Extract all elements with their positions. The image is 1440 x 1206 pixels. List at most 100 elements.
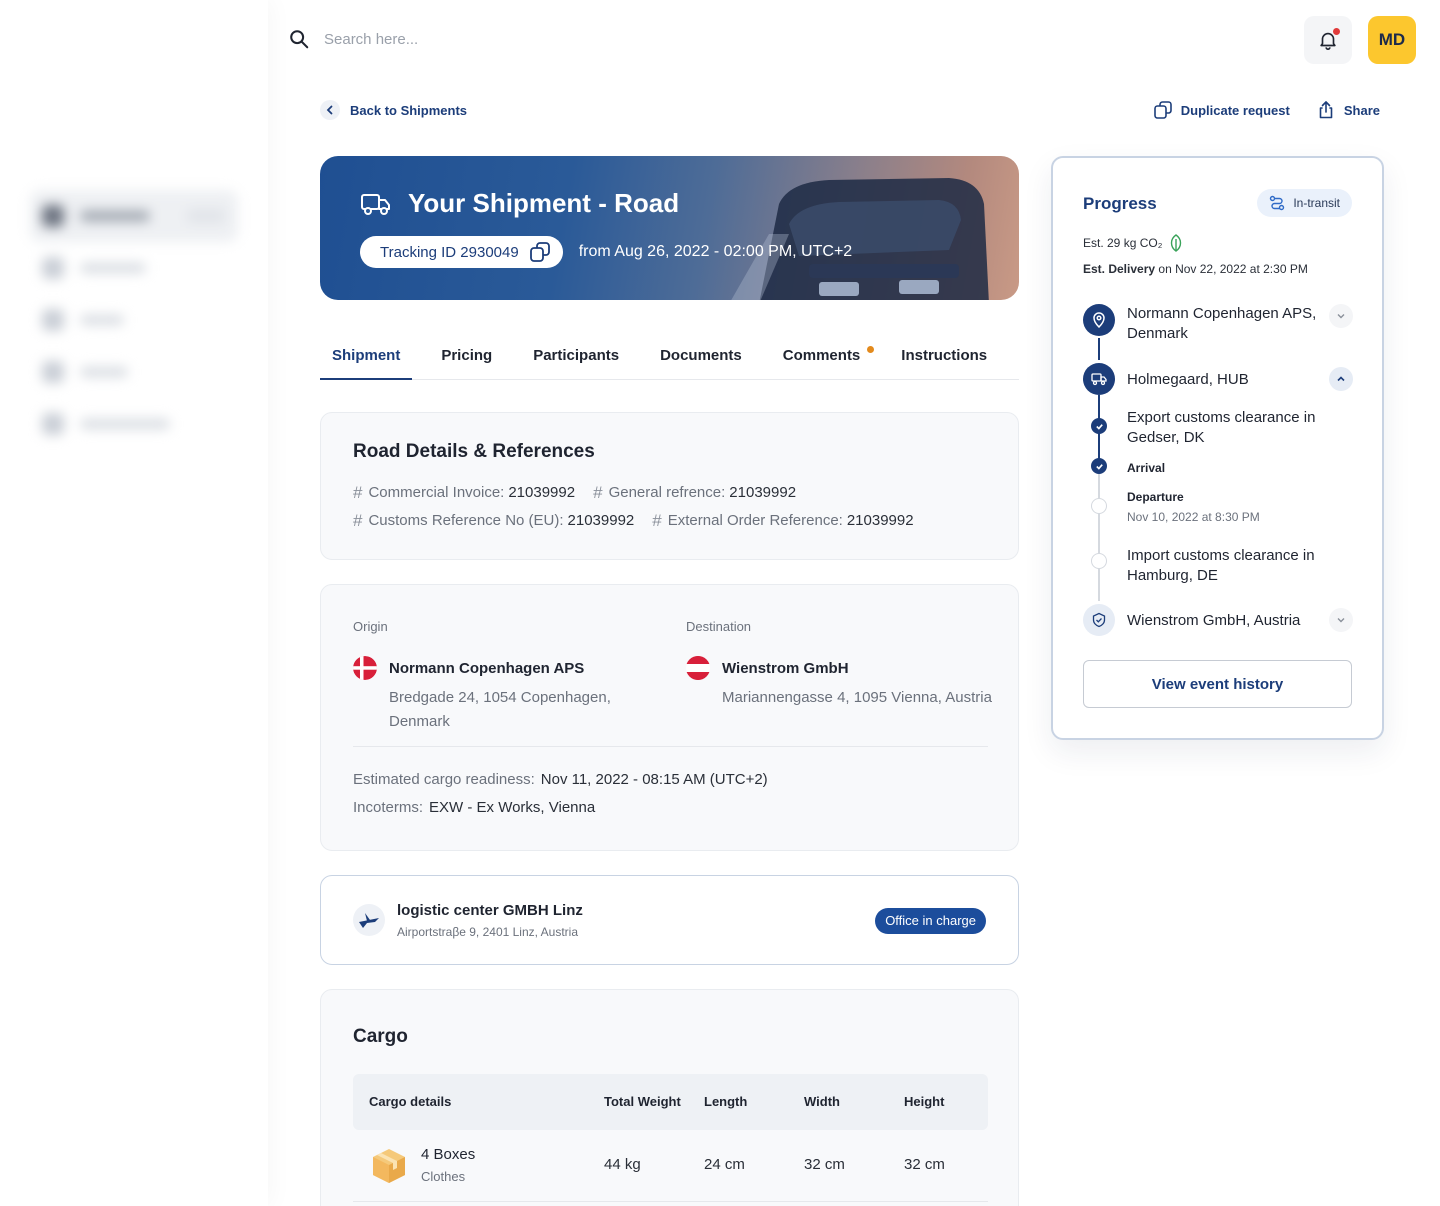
timeline-export-customs: Export customs clearance in Gedser, DK: [1127, 409, 1316, 446]
sidebar-item[interactable]: [30, 398, 238, 450]
share-label: Share: [1343, 102, 1380, 118]
sidebar: [0, 0, 268, 1206]
copy-icon[interactable]: [529, 241, 551, 263]
sidebar-icon: [42, 361, 64, 383]
avatar[interactable]: MD: [1368, 16, 1416, 64]
co2-estimate: Est. 29 kg CO₂: [1083, 234, 1184, 252]
table-row[interactable]: 4 Boxes Clothes 44 kg 24 cm 32 cm 32 cm: [353, 1130, 988, 1202]
notifications-button[interactable]: [1304, 16, 1352, 64]
timeline-arrival: Arrival: [1127, 461, 1166, 475]
chevron-down-icon: [1337, 314, 1345, 319]
tab-documents[interactable]: Documents: [648, 336, 754, 380]
airline-logo-icon: [353, 904, 385, 936]
tab-participants[interactable]: Participants: [521, 336, 631, 380]
destination-company: Wienstrom GmbH: [686, 656, 996, 680]
destination-block: Destination Wienstrom GmbH Mariannengass…: [686, 619, 996, 710]
page-actions: Duplicate request Share: [1153, 100, 1380, 120]
hash-icon: #: [652, 511, 662, 530]
progress-panel: Progress In-transit Est. 29 kg CO₂ Est. …: [1051, 156, 1384, 740]
route-icon: [1270, 195, 1285, 211]
expand-origin-button[interactable]: [1329, 304, 1353, 328]
tracking-id-pill[interactable]: Tracking ID 2930049: [360, 236, 563, 268]
timeline-hub: Holmegaard, HUB: [1127, 371, 1249, 388]
ref-commercial-invoice: # Commercial Invoice: 21039992: [353, 479, 575, 507]
office-in-charge-badge: Office in charge: [875, 908, 986, 934]
destination-label: Destination: [686, 619, 752, 634]
share-button[interactable]: Share: [1316, 100, 1380, 120]
comment-notification-dot: [867, 346, 875, 353]
timeline-origin: Normann Copenhagen APS, Denmark: [1127, 305, 1317, 342]
search-bar: [288, 28, 624, 50]
truck-icon: [1091, 373, 1107, 386]
search-input[interactable]: [324, 30, 624, 48]
timeline-hub-node: [1083, 363, 1115, 395]
sidebar-icon: [42, 309, 64, 331]
origin-label: Origin: [353, 619, 388, 634]
timeline-destination: Wienstrom GmbH, Austria: [1127, 612, 1301, 629]
shipment-tabs: Shipment Pricing Participants Documents …: [320, 336, 1019, 380]
collapse-hub-button[interactable]: [1329, 367, 1353, 391]
col-length: Length: [704, 1094, 748, 1109]
divider: [353, 746, 988, 747]
tab-comments[interactable]: Comments: [771, 336, 881, 380]
leaf-icon: [1171, 234, 1182, 252]
duplicate-icon: [1153, 101, 1172, 119]
expand-destination-button[interactable]: [1329, 608, 1353, 632]
cargo-weight: 44 kg: [604, 1156, 641, 1173]
route-card: Origin Normann Copenhagen APS Bredgade 2…: [320, 584, 1019, 851]
references-card: Road Details & References # Commercial In…: [320, 412, 1019, 560]
chevron-up-icon: [1337, 376, 1345, 382]
office-card: logistic center GMBH Linz Airportstraβe …: [320, 875, 1019, 965]
sidebar-item[interactable]: [30, 242, 238, 294]
truck-icon: [361, 193, 390, 215]
origin-block: Origin Normann Copenhagen APS Bredgade 2…: [353, 619, 643, 734]
hero-title: Your Shipment - Road: [360, 188, 679, 219]
sidebar-item[interactable]: [30, 346, 238, 398]
view-event-history-button[interactable]: View event history: [1083, 660, 1352, 708]
shipment-start-date: from Aug 26, 2022 - 02:00 PM, UTC+2: [578, 243, 853, 260]
incoterms: Incoterms: EXW - Ex Works, Vienna: [353, 799, 596, 816]
office-info: logistic center GMBH Linz Airportstraβe …: [397, 902, 583, 939]
step-complete-icon: [1091, 418, 1107, 434]
tab-shipment[interactable]: Shipment: [320, 336, 413, 380]
chevron-down-icon: [1337, 618, 1345, 623]
back-to-shipments-link[interactable]: Back to Shipments: [320, 100, 467, 120]
location-pin-icon: [1093, 312, 1105, 328]
duplicate-request-button[interactable]: Duplicate request: [1153, 100, 1290, 120]
cargo-height: 32 cm: [904, 1156, 945, 1173]
ref-external-order: # External Order Reference: 21039992: [652, 507, 913, 535]
tracking-id: Tracking ID 2930049: [380, 243, 519, 261]
cargo-item-name: 4 Boxes: [421, 1146, 476, 1163]
status-badge: In-transit: [1257, 189, 1352, 217]
sidebar-icon: [42, 257, 64, 279]
cargo-length: 24 cm: [704, 1156, 745, 1173]
share-icon: [1319, 101, 1333, 119]
sidebar-item-active[interactable]: [30, 190, 238, 242]
box-icon: [373, 1149, 405, 1183]
duplicate-label: Duplicate request: [1180, 102, 1290, 118]
sidebar-icon: [42, 205, 64, 227]
col-cargo-details: Cargo details: [369, 1094, 452, 1109]
step-pending-icon: [1091, 498, 1107, 514]
search-icon: [290, 30, 309, 49]
hash-icon: #: [353, 483, 363, 502]
progress-title: Progress: [1083, 194, 1157, 213]
shipment-hero-banner: Your Shipment - Road Tracking ID 2930049…: [320, 156, 1019, 300]
office-name: logistic center GMBH Linz: [397, 902, 583, 919]
hash-icon: #: [353, 511, 363, 530]
col-height: Height: [904, 1094, 945, 1109]
hero-subtitle: Tracking ID 2930049 from Aug 26, 2022 - …: [360, 236, 852, 268]
timeline-destination-node: [1083, 604, 1115, 636]
denmark-flag-icon: [353, 656, 377, 680]
cargo-readiness: Estimated cargo readiness: Nov 11, 2022 -…: [353, 771, 768, 788]
timeline-connector: [1098, 474, 1100, 601]
sidebar-item[interactable]: [30, 294, 238, 346]
timeline-origin-node: [1083, 304, 1115, 336]
hash-icon: #: [593, 483, 603, 502]
timeline-departure-time: Nov 10, 2022 at 8:30 PM: [1127, 510, 1260, 524]
tab-pricing[interactable]: Pricing: [429, 336, 504, 380]
timeline-departure: Departure: [1127, 490, 1184, 504]
notification-dot: [1332, 27, 1341, 36]
references-title: Road Details & References: [353, 441, 595, 462]
tab-instructions[interactable]: Instructions: [889, 336, 999, 380]
